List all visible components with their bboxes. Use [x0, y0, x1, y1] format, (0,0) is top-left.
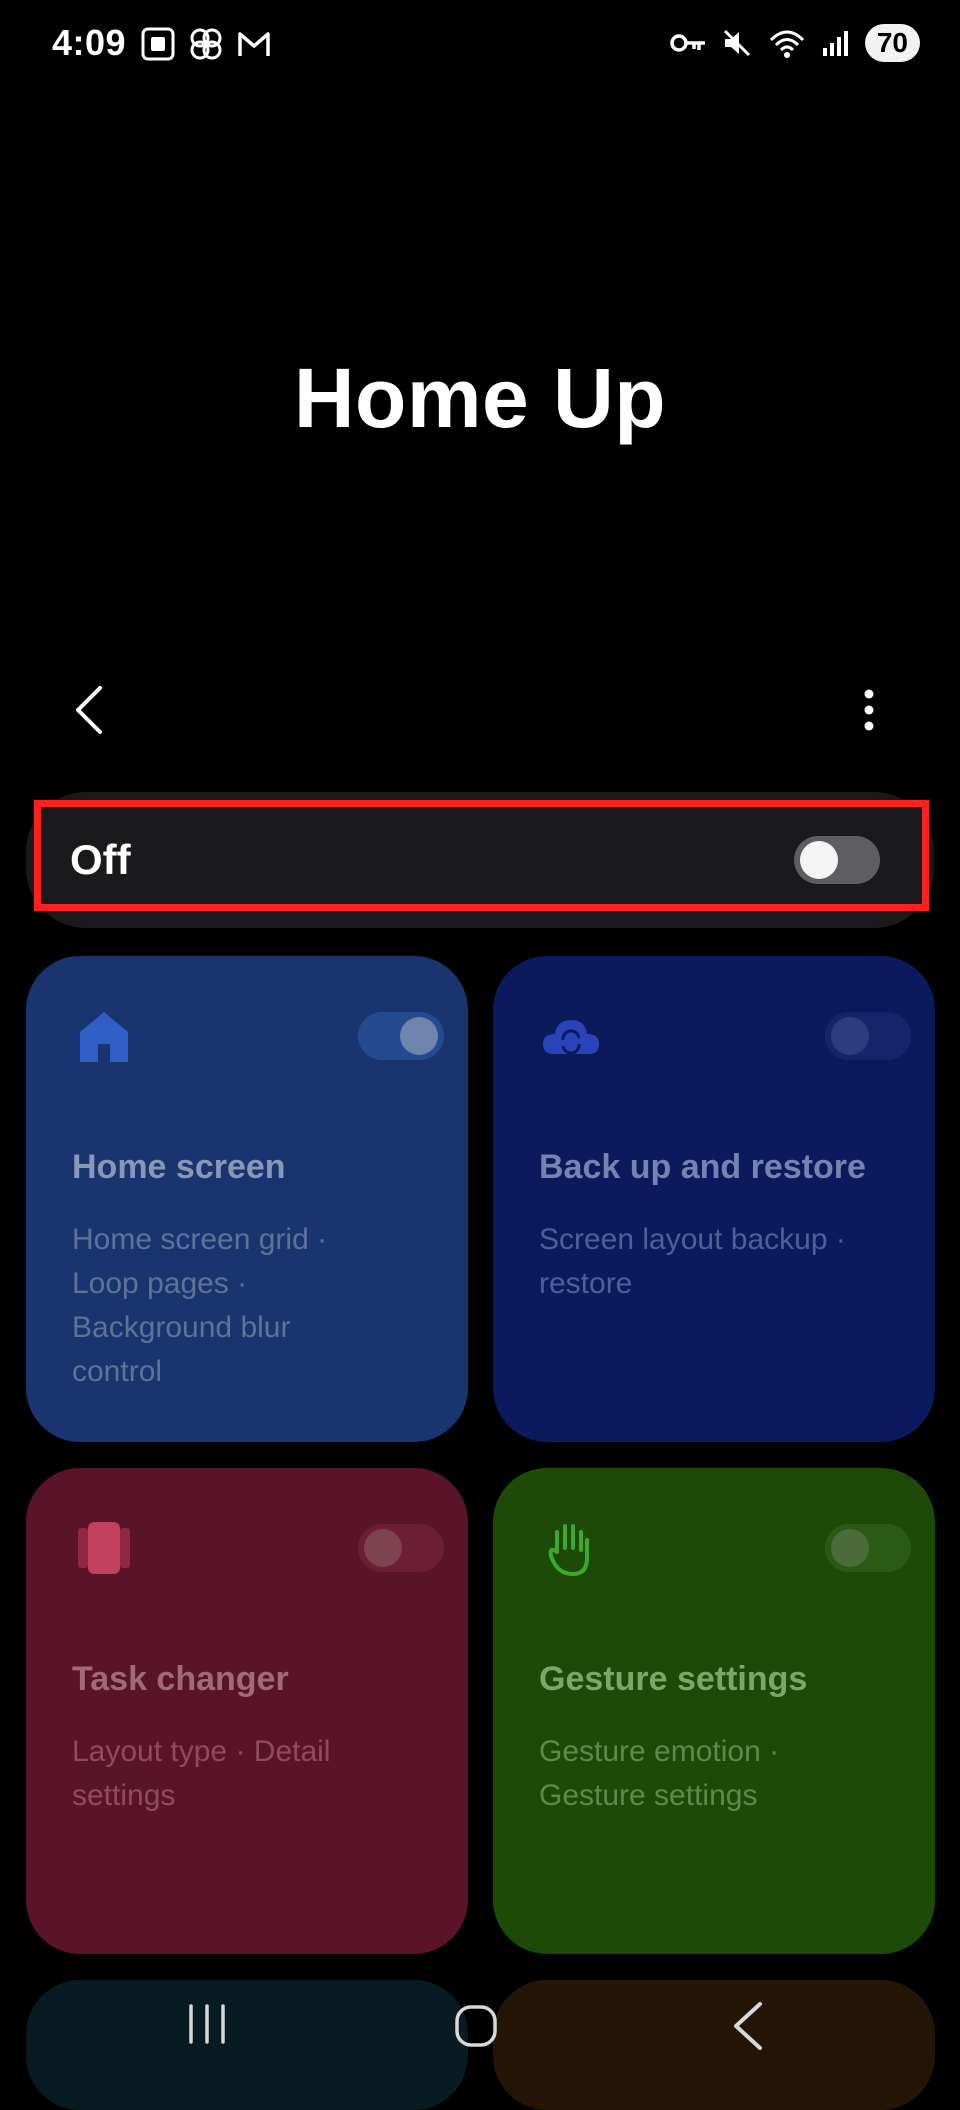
pinwheel-icon	[190, 28, 222, 60]
page-title: Home Up	[293, 351, 667, 445]
status-right-icons: 70	[669, 24, 920, 62]
status-bar: 4:09 70	[0, 0, 960, 90]
vpn-key-icon	[670, 34, 705, 52]
back-button[interactable]	[64, 680, 114, 740]
back-nav-icon[interactable]	[728, 2000, 768, 2052]
cloud-sync-icon	[543, 1020, 599, 1055]
back-up-restore-toggle[interactable]	[825, 1012, 911, 1060]
switch-knob	[831, 1529, 869, 1567]
more-options-button[interactable]	[846, 680, 892, 740]
master-switch-label: Off	[70, 836, 131, 883]
master-toggle-switch[interactable]	[794, 836, 880, 884]
card-home-screen[interactable]: Home screen Home screen grid · Loop page…	[26, 956, 468, 1442]
mute-icon	[723, 29, 750, 57]
more-vertical-icon	[864, 689, 874, 731]
signal-icon	[822, 31, 848, 56]
status-left-icons	[140, 26, 272, 62]
card-description: Screen layout backup · restore	[539, 1223, 846, 1300]
card-description: Gesture emotion · Gesture settings	[539, 1735, 780, 1812]
home-icon	[80, 1012, 128, 1062]
card-title: Back up and restore	[539, 1148, 866, 1186]
card-title: Task changer	[72, 1660, 289, 1698]
gmail-icon	[238, 32, 270, 56]
card-task-changer[interactable]: Task changer Layout type · Detail settin…	[26, 1468, 468, 1954]
chevron-left-icon	[76, 686, 102, 734]
screenshot-icon	[141, 27, 175, 61]
card-title: Gesture settings	[539, 1660, 808, 1698]
card-description: Layout type · Detail settings	[72, 1735, 331, 1812]
hand-icon	[548, 1524, 589, 1576]
switch-knob	[364, 1529, 402, 1567]
status-time: 4:09	[52, 22, 127, 63]
battery-level: 70	[864, 24, 920, 62]
card-description: Home screen grid · Loop pages · Backgrou…	[72, 1223, 328, 1388]
home-screen-toggle[interactable]	[358, 1012, 444, 1060]
card-gesture-settings[interactable]: Gesture settings Gesture emotion · Gestu…	[493, 1468, 935, 1954]
task-changer-icon	[78, 1522, 130, 1574]
switch-knob	[800, 841, 838, 879]
switch-knob	[831, 1017, 869, 1055]
gesture-settings-toggle[interactable]	[825, 1524, 911, 1572]
task-changer-toggle[interactable]	[358, 1524, 444, 1572]
wifi-icon	[769, 30, 804, 58]
recent-apps-icon[interactable]	[185, 2002, 229, 2046]
navigation-bar	[0, 1980, 960, 2080]
home-nav-icon[interactable]	[452, 2002, 500, 2050]
card-title: Home screen	[72, 1148, 286, 1186]
card-back-up-restore[interactable]: Back up and restore Screen layout backup…	[493, 956, 935, 1442]
switch-knob	[400, 1017, 438, 1055]
